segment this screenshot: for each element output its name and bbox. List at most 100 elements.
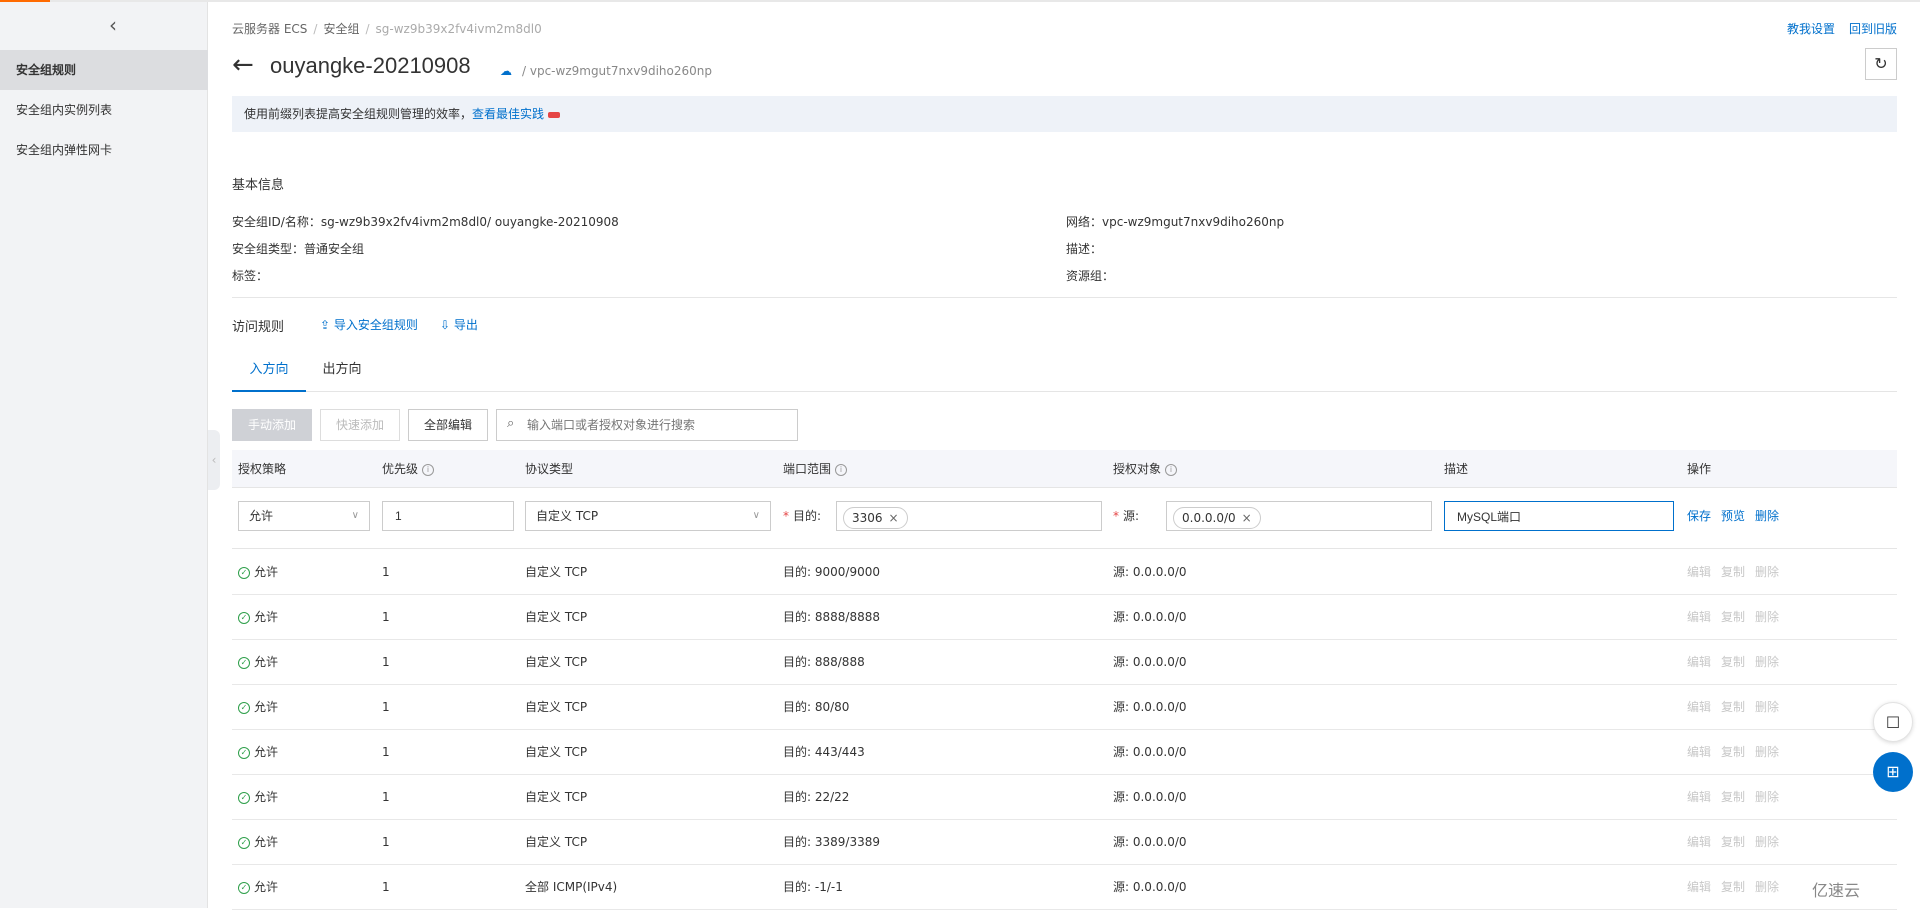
edit-link[interactable]: 编辑 bbox=[1687, 730, 1711, 775]
description-input[interactable] bbox=[1444, 501, 1674, 531]
protocol-cell: 自定义 TCP bbox=[525, 565, 588, 579]
port-chip: 3306 × bbox=[843, 507, 908, 529]
search-input[interactable] bbox=[496, 409, 798, 441]
table-row: ✓ 允许 1 自定义 TCP 目的: 3389/3389 源: 0.0.0.0/0 编辑 复制… bbox=[232, 820, 1897, 865]
source-cell: 源: 0.0.0.0/0 bbox=[1113, 835, 1187, 849]
source-cell: 源: 0.0.0.0/0 bbox=[1113, 565, 1187, 579]
copy-link[interactable]: 复制 bbox=[1721, 865, 1745, 910]
save-button[interactable]: 保存 bbox=[1687, 501, 1711, 531]
dest-label: * 目的: bbox=[783, 509, 822, 523]
edit-link[interactable]: 编辑 bbox=[1687, 775, 1711, 820]
edit-link[interactable]: 编辑 bbox=[1687, 685, 1711, 730]
edit-link[interactable]: 编辑 bbox=[1687, 820, 1711, 865]
preview-button[interactable]: 预览 bbox=[1721, 501, 1745, 531]
port-chip-value: 3306 bbox=[852, 511, 883, 525]
tip-banner: 使用前缀列表提高安全组规则管理的效率，查看最佳实践 bbox=[232, 96, 1897, 132]
copy-link[interactable]: 复制 bbox=[1721, 820, 1745, 865]
copy-link[interactable]: 复制 bbox=[1721, 685, 1745, 730]
protocol-value: 自定义 TCP bbox=[536, 509, 599, 523]
breadcrumb-sg[interactable]: 安全组 bbox=[323, 22, 359, 36]
search-icon: ⌕ bbox=[507, 416, 515, 431]
delete-link[interactable]: 删除 bbox=[1755, 550, 1779, 595]
edit-link[interactable]: 编辑 bbox=[1687, 865, 1711, 910]
chevron-down-icon: ∨ bbox=[351, 510, 359, 521]
tab-outbound[interactable]: 出方向 bbox=[312, 356, 372, 392]
delete-link[interactable]: 删除 bbox=[1755, 685, 1779, 730]
sidebar-item-instances[interactable]: 安全组内实例列表 bbox=[0, 90, 208, 130]
collapse-back-icon[interactable]: ‹ bbox=[100, 12, 126, 38]
copy-link[interactable]: 复制 bbox=[1721, 595, 1745, 640]
delete-link[interactable]: 删除 bbox=[1755, 640, 1779, 685]
copy-link[interactable]: 复制 bbox=[1721, 730, 1745, 775]
source-input[interactable]: 0.0.0.0/0 × bbox=[1166, 501, 1432, 531]
breadcrumb-ecs[interactable]: 云服务器 ECS bbox=[232, 22, 307, 36]
policy-text: 允许 bbox=[254, 790, 279, 804]
best-practice-link[interactable]: 查看最佳实践 bbox=[472, 107, 544, 121]
new-rule-row: 允许 ∨ 自定义 TCP ∨ *目的: 3306 × *源: 0.0.0.0/0 × 保… bbox=[232, 489, 1897, 549]
priority-input[interactable] bbox=[382, 501, 514, 531]
remove-source-icon[interactable]: × bbox=[1242, 511, 1252, 525]
port-cell: 目的: 9000/9000 bbox=[783, 565, 880, 579]
sidebar-item-rules[interactable]: 安全组规则 bbox=[0, 50, 208, 90]
table-row: ✓ 允许 1 全部 ICMP(IPv4) 目的: -1/-1 源: 0.0.0.0/0 编辑… bbox=[232, 865, 1897, 910]
old-version-link[interactable]: 回到旧版 bbox=[1849, 22, 1897, 36]
policy-text: 允许 bbox=[254, 880, 279, 894]
protocol-select[interactable]: 自定义 TCP ∨ bbox=[525, 501, 771, 531]
copy-link[interactable]: 复制 bbox=[1721, 640, 1745, 685]
manual-add-button[interactable]: 手动添加 bbox=[232, 409, 312, 441]
table-row: ✓ 允许 1 自定义 TCP 目的: 9000/9000 源: 0.0.0.0/0 编辑 复制… bbox=[232, 550, 1897, 595]
table-row: ✓ 允许 1 自定义 TCP 目的: 443/443 源: 0.0.0.0/0 编辑 复制 删除 bbox=[232, 730, 1897, 775]
feedback-link[interactable]: 教我设置 bbox=[1787, 22, 1835, 36]
policy-cell: ✓ 允许 bbox=[238, 595, 278, 640]
delete-button[interactable]: 删除 bbox=[1755, 501, 1779, 531]
policy-select[interactable]: 允许 ∨ bbox=[238, 501, 370, 531]
copy-link[interactable]: 复制 bbox=[1721, 775, 1745, 820]
delete-link[interactable]: 删除 bbox=[1755, 820, 1779, 865]
check-circle-icon: ✓ bbox=[238, 746, 250, 759]
edit-all-button[interactable]: 全部编辑 bbox=[408, 409, 488, 441]
policy-cell: ✓ 允许 bbox=[238, 640, 278, 685]
breadcrumb: 云服务器 ECS / 安全组 / sg-wz9b39x2fv4ivm2m8dl0 bbox=[232, 22, 542, 36]
port-help-icon[interactable]: i bbox=[835, 463, 848, 476]
col-priority-label: 优先级 bbox=[382, 462, 419, 476]
tab-inbound[interactable]: 入方向 bbox=[232, 356, 306, 392]
quick-add-button[interactable]: 快速添加 bbox=[320, 409, 400, 441]
delete-link[interactable]: 删除 bbox=[1755, 730, 1779, 775]
remove-port-icon[interactable]: × bbox=[889, 511, 899, 525]
import-label: 导入安全组规则 bbox=[333, 318, 418, 332]
edit-link[interactable]: 编辑 bbox=[1687, 550, 1711, 595]
top-links: 教我设置 回到旧版 bbox=[1773, 20, 1897, 37]
delete-link[interactable]: 删除 bbox=[1755, 865, 1779, 910]
source-help-icon[interactable]: i bbox=[1165, 463, 1178, 476]
policy-text: 允许 bbox=[254, 565, 279, 579]
delete-link[interactable]: 删除 bbox=[1755, 595, 1779, 640]
src-label-text: 源: bbox=[1123, 509, 1140, 523]
tip-text: 使用前缀列表提高安全组规则管理的效率， bbox=[244, 107, 473, 121]
policy-cell: ✓ 允许 bbox=[238, 775, 278, 820]
check-circle-icon: ✓ bbox=[238, 566, 250, 579]
table-row: ✓ 允许 1 自定义 TCP 目的: 22/22 源: 0.0.0.0/0 编辑 复制 删除 bbox=[232, 775, 1897, 820]
copy-link[interactable]: 复制 bbox=[1721, 550, 1745, 595]
port-range-input[interactable]: 3306 × bbox=[836, 501, 1102, 531]
priority-help-icon[interactable]: i bbox=[422, 463, 435, 476]
apps-grid-icon[interactable]: ⊞ bbox=[1873, 752, 1913, 792]
delete-link[interactable]: 删除 bbox=[1755, 775, 1779, 820]
chat-icon[interactable]: ☐ bbox=[1873, 702, 1913, 742]
refresh-button[interactable]: ↻ bbox=[1865, 48, 1897, 80]
edit-link[interactable]: 编辑 bbox=[1687, 595, 1711, 640]
divider bbox=[232, 297, 1897, 298]
import-rules-link[interactable]: ⇪ 导入安全组规则 bbox=[320, 316, 418, 333]
protocol-cell: 自定义 TCP bbox=[525, 655, 588, 669]
port-cell: 目的: 443/443 bbox=[783, 745, 865, 759]
priority-cell: 1 bbox=[382, 880, 390, 894]
sidebar-item-eni[interactable]: 安全组内弹性网卡 bbox=[0, 130, 208, 170]
sidebar-toggle-icon[interactable]: ‹ bbox=[208, 430, 220, 490]
check-circle-icon: ✓ bbox=[238, 791, 250, 804]
export-link[interactable]: ⇩ 导出 bbox=[440, 316, 478, 333]
priority-cell: 1 bbox=[382, 790, 390, 804]
port-cell: 目的: 22/22 bbox=[783, 790, 850, 804]
edit-link[interactable]: 编辑 bbox=[1687, 640, 1711, 685]
source-cell: 源: 0.0.0.0/0 bbox=[1113, 700, 1187, 714]
table-row: ✓ 允许 1 自定义 TCP 目的: 8888/8888 源: 0.0.0.0/0 编辑 复制… bbox=[232, 595, 1897, 640]
back-arrow-icon[interactable]: ← bbox=[232, 48, 254, 82]
